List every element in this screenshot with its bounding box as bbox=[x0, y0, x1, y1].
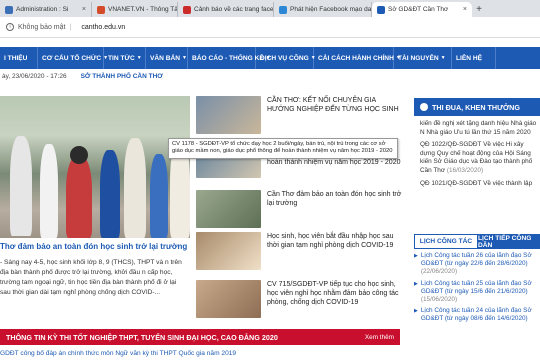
nav-item[interactable]: CƠ CẤU TỔ CHỨC ▼ bbox=[38, 47, 108, 69]
schedule-list: ▶ Lịch Công tác tuần 26 của lãnh đạo Sở G… bbox=[414, 252, 540, 327]
news-item[interactable]: Học sinh, học viên bắt đầu nhập học sau … bbox=[196, 232, 404, 270]
banner-title: THÔNG TIN KỲ THI TỐT NGHIỆP THPT, TUYỂN … bbox=[6, 332, 278, 342]
nav-item[interactable]: TÀI NGUYÊN ▼ bbox=[394, 47, 452, 69]
nav-item[interactable]: BÁO CÁO - THỐNG KÊ ▼ bbox=[188, 47, 271, 69]
close-tab-icon[interactable]: × bbox=[82, 6, 86, 13]
news-thumbnail[interactable] bbox=[196, 96, 261, 134]
main-nav: I THIỆU CƠ CẤU TỔ CHỨC ▼ TIN TỨC ▼ VĂN BẢN ▼ BÁ… bbox=[0, 47, 540, 69]
favicon-icon bbox=[279, 5, 287, 14]
exam-banner[interactable]: THÔNG TIN KỲ THI TỐT NGHIỆP THPT, TUYỂN … bbox=[0, 329, 400, 345]
news-item[interactable]: Cần Thơ đảm bảo an toàn đón học sinh trở… bbox=[196, 190, 404, 228]
security-label: Không bảo mật bbox=[18, 23, 66, 31]
favicon-icon bbox=[97, 5, 105, 14]
banner-first-item[interactable]: GDĐT công bố đáp án chính thức môn Ngữ v… bbox=[0, 350, 400, 357]
nav-item[interactable]: CẢI CÁCH HÀNH CHÍNH ▼ bbox=[314, 47, 401, 69]
nav-item[interactable]: TIN TỨC ▼ bbox=[104, 47, 146, 69]
close-tab-icon[interactable]: × bbox=[463, 6, 467, 13]
tab-label: Phát hiện Facebook mạo da bbox=[290, 6, 372, 13]
date-line: ày, 23/06/2020 - 17:26 SỞ THÀNH PHỐ CẦN … bbox=[0, 70, 540, 82]
favicon-icon bbox=[377, 5, 385, 14]
tab-label: Administration : Si bbox=[16, 6, 69, 13]
bullet-icon bbox=[420, 103, 428, 111]
see-more-link[interactable]: Xem thêm bbox=[365, 334, 394, 341]
nav-item[interactable]: I THIỆU bbox=[0, 47, 38, 69]
favicon-icon bbox=[183, 5, 191, 14]
browser-tab[interactable]: Cảnh báo về các trang faceb× bbox=[178, 2, 274, 17]
schedule-item[interactable]: ▶ Lịch Công tác tuần 26 của lãnh đạo Sở G… bbox=[414, 252, 540, 277]
nav-item[interactable]: VĂN BẢN ▼ bbox=[146, 47, 188, 69]
tab-label: VNANET.VN - Thông Tấn Xã bbox=[108, 6, 178, 13]
browser-tab[interactable]: VNANET.VN - Thông Tấn Xã× bbox=[92, 2, 178, 17]
link-tooltip: CV 1178 - SGDĐT-VP tổ chức dạy học 2 buổ… bbox=[168, 138, 398, 159]
news-title[interactable]: CV 715/SGDĐT-VP tiếp tục cho học sinh, h… bbox=[267, 280, 404, 318]
list-item[interactable]: QĐ 1022/QĐ-SGDĐT Về việc Hi xây dựng Quy… bbox=[420, 141, 540, 175]
news-thumbnail[interactable] bbox=[196, 232, 261, 270]
favicon-icon bbox=[5, 5, 13, 14]
news-item[interactable]: CV 715/SGDĐT-VP tiếp tục cho học sinh, h… bbox=[196, 280, 404, 318]
hero-image[interactable] bbox=[0, 96, 190, 238]
address-bar[interactable]: i Không bảo mật | cantho.edu.vn bbox=[0, 17, 540, 38]
tab-label: Sở GD&ĐT Cần Thơ bbox=[388, 6, 449, 13]
info-icon[interactable]: i bbox=[6, 23, 14, 31]
chevron-down-icon: ▼ bbox=[136, 55, 142, 61]
arrow-icon: ▶ bbox=[414, 253, 418, 259]
schedule-tabs: LỊCH CÔNG TÁC LỊCH TIẾP CÔNG DÂN bbox=[414, 234, 540, 249]
browser-tab[interactable]: Phát hiện Facebook mạo da× bbox=[274, 2, 372, 17]
arrow-icon: ▶ bbox=[414, 308, 418, 315]
url-text[interactable]: cantho.edu.vn bbox=[81, 24, 125, 31]
hero-description: - Sáng nay 4-5, học sinh khối lớp 8, 9 (… bbox=[0, 259, 182, 296]
news-title[interactable]: CẦN THƠ: KẾT NỐI CHUYÊN GIA HƯỚNG NGHIỆP… bbox=[267, 96, 404, 134]
news-title[interactable]: Học sinh, học viên bắt đầu nhập học sau … bbox=[267, 232, 404, 270]
list-item[interactable]: QĐ 1021/QĐ-SGDĐT Về việc thành lập bbox=[420, 180, 540, 189]
site-name[interactable]: SỞ THÀNH PHỐ CẦN THƠ bbox=[81, 73, 163, 80]
browser-tab[interactable]: Administration : Si × bbox=[0, 2, 92, 17]
schedule-item[interactable]: ▶ Lịch Công tác tuần 25 của lãnh đạo Sở G… bbox=[414, 280, 540, 305]
hero-caption[interactable]: Thơ đảm bảo an toàn đón học sinh trở lại… bbox=[0, 242, 190, 251]
awards-header[interactable]: THI ĐUA, KHEN THƯỞNG bbox=[414, 98, 540, 116]
news-title[interactable]: Cần Thơ đảm bảo an toàn đón học sinh trở… bbox=[267, 190, 404, 228]
list-item[interactable]: kiến đề nghị xét tặng danh hiệu Nhà giáo… bbox=[420, 120, 540, 137]
awards-list: kiến đề nghị xét tặng danh hiệu Nhà giáo… bbox=[420, 120, 540, 192]
news-thumbnail[interactable] bbox=[196, 280, 261, 318]
browser-tab-strip: Administration : Si × VNANET.VN - Thông Tấ… bbox=[0, 0, 540, 17]
chevron-down-icon: ▼ bbox=[440, 55, 446, 61]
tab-label: Cảnh báo về các trang faceb bbox=[194, 6, 274, 13]
browser-tab[interactable]: Sở GD&ĐT Cần Thơ × bbox=[372, 2, 472, 17]
tab-reception[interactable]: LỊCH TIẾP CÔNG DÂN bbox=[478, 234, 540, 249]
nav-item[interactable]: LIÊN HỆ bbox=[452, 47, 496, 69]
news-item[interactable]: CẦN THƠ: KẾT NỐI CHUYÊN GIA HƯỚNG NGHIỆP… bbox=[196, 96, 404, 134]
new-tab-button[interactable]: + bbox=[472, 2, 486, 17]
schedule-item[interactable]: ▶ Lịch Công tác tuần 24 của lãnh đạo Sở G… bbox=[414, 307, 540, 323]
news-thumbnail[interactable] bbox=[196, 190, 261, 228]
nav-item[interactable]: DỊCH VỤ CÔNG ▼ bbox=[256, 47, 316, 69]
arrow-icon: ▶ bbox=[414, 280, 418, 287]
chevron-down-icon: ▼ bbox=[182, 55, 187, 61]
tab-schedule[interactable]: LỊCH CÔNG TÁC bbox=[414, 234, 478, 249]
current-date: ày, 23/06/2020 - 17:26 bbox=[2, 72, 67, 80]
